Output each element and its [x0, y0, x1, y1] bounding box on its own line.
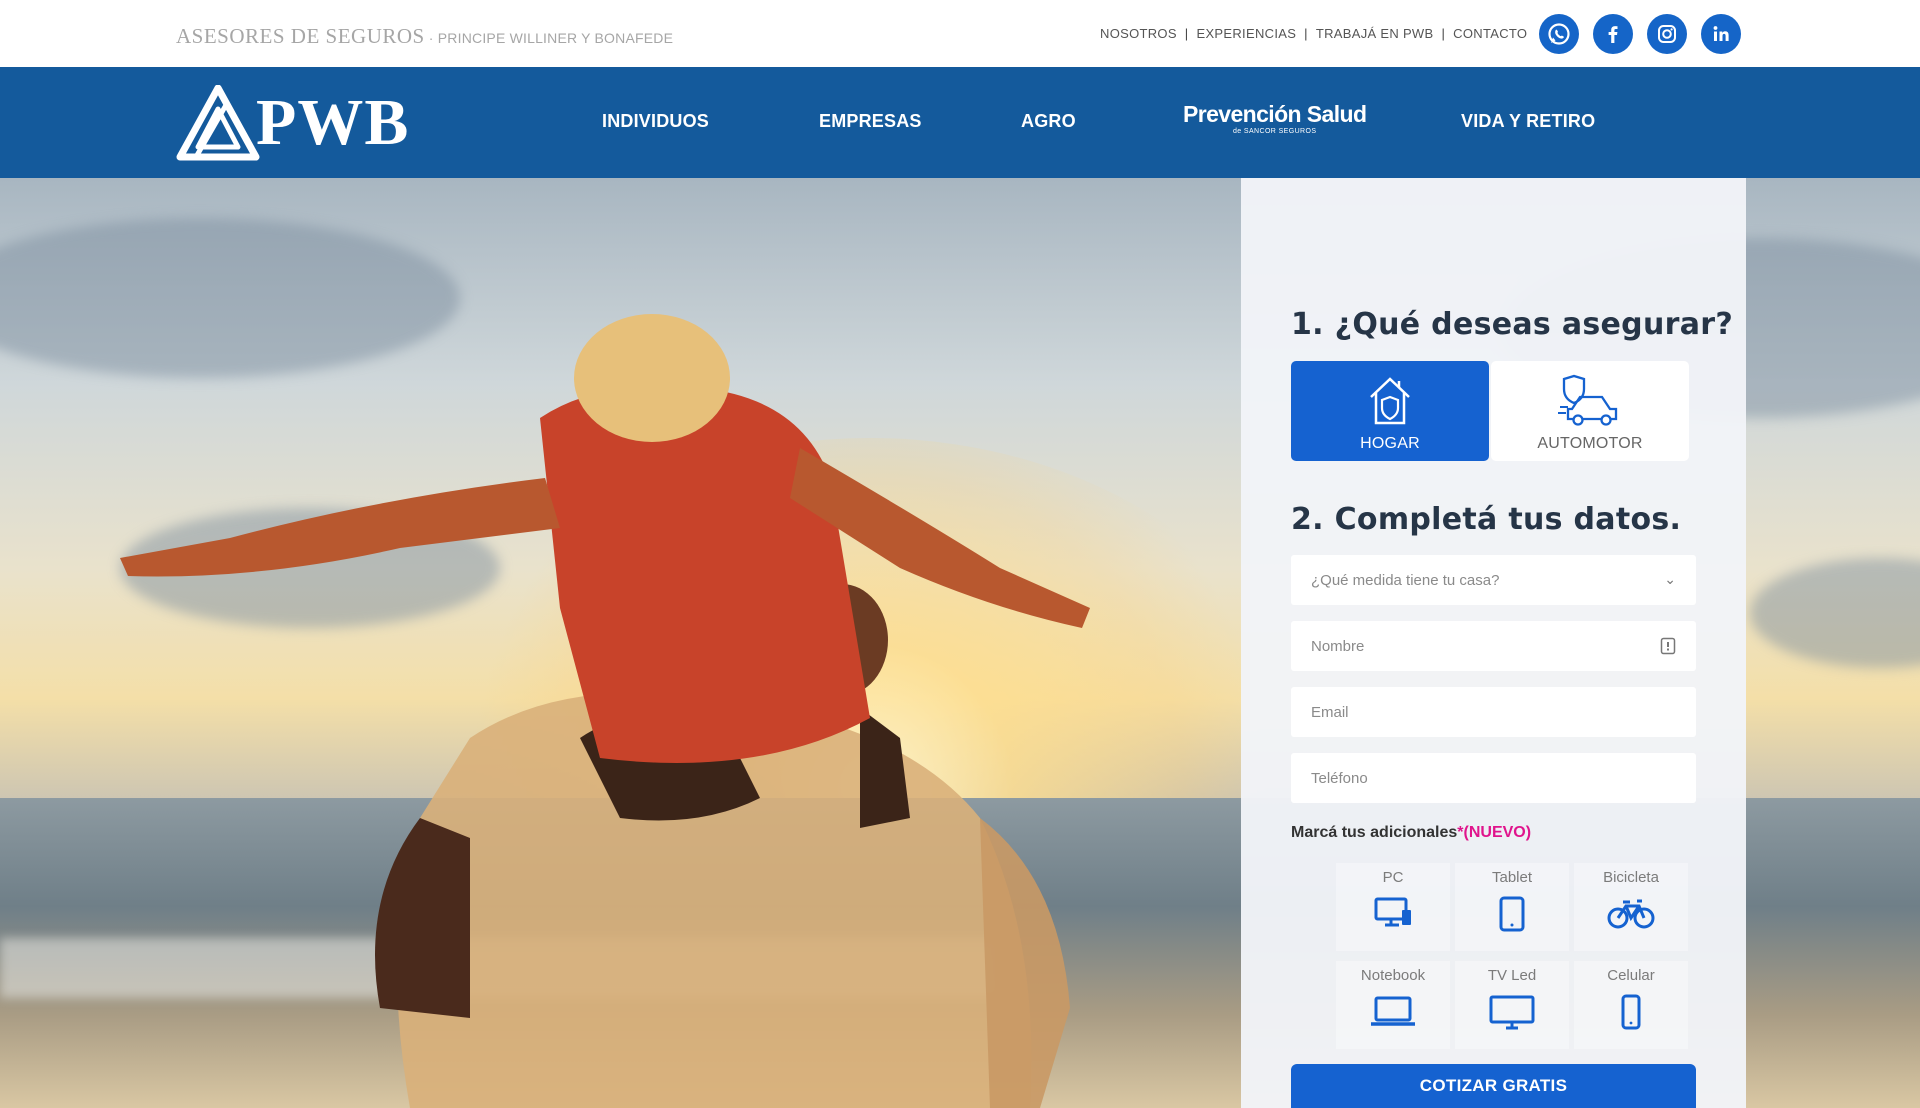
- util-link-nosotros[interactable]: NOSOTROS: [1100, 26, 1177, 41]
- car-shield-icon: [1558, 374, 1618, 426]
- main-nav: PWB INDIVIDUOS EMPRESAS AGRO Prevención …: [0, 67, 1920, 178]
- pwb-logo-mark-icon: [176, 85, 260, 161]
- name-field-placeholder: Nombre: [1311, 637, 1365, 655]
- linkedin-icon[interactable]: [1701, 14, 1741, 54]
- bicycle-icon: [1607, 899, 1655, 929]
- quote-form-panel: 1. ¿Qué deseas asegurar? HOGAR AUTOMOTOR…: [1241, 178, 1746, 1108]
- chevron-down-icon: ⌄: [1664, 571, 1676, 587]
- brand-tagline: ASESORES DE SEGUROS · PRINCIPE WILLINER …: [176, 24, 673, 49]
- additional-bicicleta-label: Bicicleta: [1603, 869, 1659, 886]
- additional-celular[interactable]: Celular: [1574, 961, 1688, 1049]
- divider: |: [1184, 26, 1189, 41]
- facebook-icon[interactable]: [1593, 14, 1633, 54]
- nav-empresas[interactable]: EMPRESAS: [819, 111, 922, 132]
- notebook-icon: [1371, 996, 1415, 1026]
- house-shield-icon: [1370, 377, 1410, 425]
- additional-tablet[interactable]: Tablet: [1455, 863, 1569, 951]
- cotizar-gratis-button[interactable]: COTIZAR GRATIS: [1291, 1064, 1696, 1108]
- option-hogar[interactable]: HOGAR: [1291, 361, 1489, 461]
- tablet-icon: [1499, 896, 1525, 932]
- step2-title: 2. Completá tus datos.: [1291, 502, 1682, 537]
- divider: |: [1441, 26, 1446, 41]
- prevencion-subtitle: de SANCOR SEGUROS: [1232, 128, 1317, 135]
- phone-icon: [1621, 994, 1641, 1030]
- house-size-select-value: ¿Qué medida tiene tu casa?: [1311, 571, 1500, 589]
- tv-icon: [1489, 995, 1535, 1030]
- brand-tagline-sub: · PRINCIPE WILLINER Y BONAFEDE: [424, 30, 674, 46]
- util-link-experiencias[interactable]: EXPERIENCIAS: [1196, 26, 1296, 41]
- top-utility-bar: ASESORES DE SEGUROS · PRINCIPE WILLINER …: [0, 0, 1920, 67]
- email-field-placeholder: Email: [1311, 703, 1349, 721]
- divider: |: [1304, 26, 1308, 41]
- util-link-trabaja[interactable]: TRABAJÁ EN PWB: [1316, 26, 1434, 41]
- pwb-logo[interactable]: PWB: [176, 85, 409, 161]
- prevencion-title: Prevención Salud: [1183, 101, 1367, 127]
- father-and-child-photo: [120, 314, 1090, 1108]
- email-field[interactable]: Email: [1291, 687, 1696, 737]
- option-automotor[interactable]: AUTOMOTOR: [1491, 361, 1689, 461]
- phone-field[interactable]: Teléfono: [1291, 753, 1696, 803]
- cloud: [1750, 558, 1920, 668]
- instagram-icon[interactable]: [1647, 14, 1687, 54]
- additional-bicicleta[interactable]: Bicicleta: [1574, 863, 1688, 951]
- additionals-label-text: Marcá tus adicionales: [1291, 824, 1458, 841]
- phone-field-placeholder: Teléfono: [1311, 769, 1368, 787]
- name-field[interactable]: Nombre: [1291, 621, 1696, 671]
- option-hogar-label: HOGAR: [1360, 435, 1420, 452]
- additional-tablet-label: Tablet: [1491, 869, 1533, 886]
- nav-prevencion-salud[interactable]: Prevención Salud de SANCOR SEGUROS: [1183, 101, 1367, 136]
- additional-notebook-label: Notebook: [1360, 967, 1426, 984]
- additional-pc-label: PC: [1382, 869, 1404, 886]
- util-link-contacto[interactable]: CONTACTO: [1453, 26, 1527, 41]
- whatsapp-icon[interactable]: [1539, 14, 1579, 54]
- house-size-select[interactable]: ¿Qué medida tiene tu casa? ⌄: [1291, 555, 1696, 605]
- additionals-label: Marcá tus adicionales*(NUEVO): [1291, 824, 1531, 842]
- pc-icon: [1374, 897, 1411, 927]
- nav-vida-retiro[interactable]: VIDA Y RETIRO: [1461, 111, 1595, 132]
- nav-individuos[interactable]: INDIVIDUOS: [602, 111, 709, 132]
- new-badge: *(NUEVO): [1457, 824, 1532, 841]
- additional-pc[interactable]: PC: [1336, 863, 1450, 951]
- option-automotor-label: AUTOMOTOR: [1537, 435, 1643, 452]
- additional-tv-led[interactable]: TV Led: [1455, 961, 1569, 1049]
- brand-tagline-main: ASESORES DE SEGUROS: [176, 24, 425, 48]
- contact-card-icon: [1660, 637, 1676, 658]
- additional-notebook[interactable]: Notebook: [1336, 961, 1450, 1049]
- utility-nav: NOSOTROS | EXPERIENCIAS | TRABAJÁ EN PWB | …: [1100, 26, 1527, 41]
- additional-tv-led-label: TV Led: [1487, 967, 1537, 984]
- nav-agro[interactable]: AGRO: [1021, 111, 1076, 132]
- social-links: [1539, 14, 1741, 54]
- step1-title: 1. ¿Qué deseas asegurar?: [1291, 307, 1734, 342]
- logo-text: PWB: [256, 86, 410, 159]
- additional-celular-label: Celular: [1607, 967, 1655, 984]
